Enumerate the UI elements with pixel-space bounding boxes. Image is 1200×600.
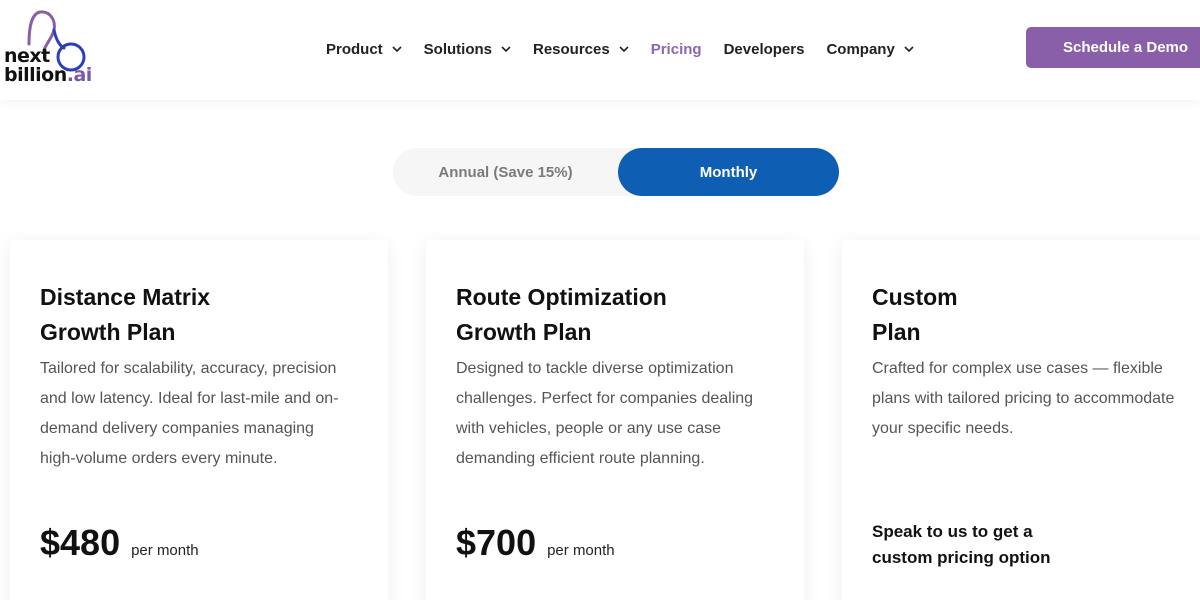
plan-price-row: $700 per month: [456, 522, 615, 564]
plan-card-route-optimization: Route Optimization Growth Plan Designed …: [426, 240, 804, 600]
plan-title-line2: Growth Plan: [40, 319, 176, 345]
plan-title: Distance Matrix Growth Plan: [40, 280, 360, 350]
chevron-down-icon: [392, 46, 402, 53]
plan-card-custom: Custom Plan Crafted for complex use case…: [842, 240, 1200, 600]
nav-item-company[interactable]: Company: [826, 40, 914, 58]
pricing-page: next billion.ai Product Solutions Resour…: [0, 0, 1200, 600]
plan-card-distance-matrix: Distance Matrix Growth Plan Tailored for…: [10, 240, 388, 600]
plan-title-line2: Plan: [872, 319, 921, 345]
site-header: next billion.ai Product Solutions Resour…: [0, 0, 1200, 100]
nav-label: Pricing: [650, 40, 702, 58]
plan-title: Custom Plan: [872, 280, 1192, 350]
plan-title: Route Optimization Growth Plan: [456, 280, 776, 350]
chevron-down-icon: [904, 46, 914, 53]
nav-label: Resources: [533, 40, 610, 58]
nav-item-developers[interactable]: Developers: [724, 41, 805, 58]
main-nav: Product Solutions Resources Pricing Deve…: [326, 38, 936, 60]
custom-cta-line2: custom pricing option: [872, 548, 1051, 567]
nav-label: Product: [326, 40, 383, 58]
custom-cta-line1: Speak to us to get a: [872, 522, 1033, 541]
nav-item-pricing[interactable]: Pricing: [651, 41, 702, 58]
plan-title-line1: Distance Matrix: [40, 284, 211, 310]
plan-price: $700: [456, 522, 537, 563]
nav-label: Company: [826, 40, 895, 58]
chevron-down-icon: [619, 46, 629, 53]
chevron-down-icon: [501, 46, 511, 53]
plan-title-line2: Growth Plan: [456, 319, 592, 345]
plan-description: Tailored for scalability, accuracy, prec…: [40, 360, 339, 467]
plan-period: per month: [547, 542, 615, 559]
plan-description: Designed to tackle diverse optimization …: [456, 360, 754, 467]
schedule-demo-button[interactable]: Schedule a Demo: [1026, 27, 1200, 68]
nav-item-resources[interactable]: Resources: [533, 41, 629, 58]
billing-toggle: Annual (Save 15%) Monthly: [393, 148, 839, 196]
brand-logo[interactable]: next billion.ai: [2, 8, 92, 88]
custom-pricing-cta[interactable]: Speak to us to get a custom pricing opti…: [872, 519, 1132, 571]
plan-price-row: $480 per month: [40, 522, 199, 564]
nav-item-solutions[interactable]: Solutions: [424, 41, 511, 58]
plan-period: per month: [131, 542, 199, 559]
nav-label: Solutions: [423, 40, 492, 58]
plan-price: $480: [40, 522, 121, 563]
logo-text-line2: billion.ai: [4, 64, 92, 86]
plan-title-line1: Route Optimization: [456, 284, 667, 310]
plan-description: Crafted for complex use cases — flexible…: [872, 360, 1175, 437]
monthly-billing-option[interactable]: Monthly: [618, 148, 839, 196]
annual-billing-option[interactable]: Annual (Save 15%): [393, 148, 618, 196]
plan-title-line1: Custom: [872, 284, 958, 310]
nav-label: Developers: [723, 40, 805, 58]
nav-item-product[interactable]: Product: [326, 41, 402, 58]
